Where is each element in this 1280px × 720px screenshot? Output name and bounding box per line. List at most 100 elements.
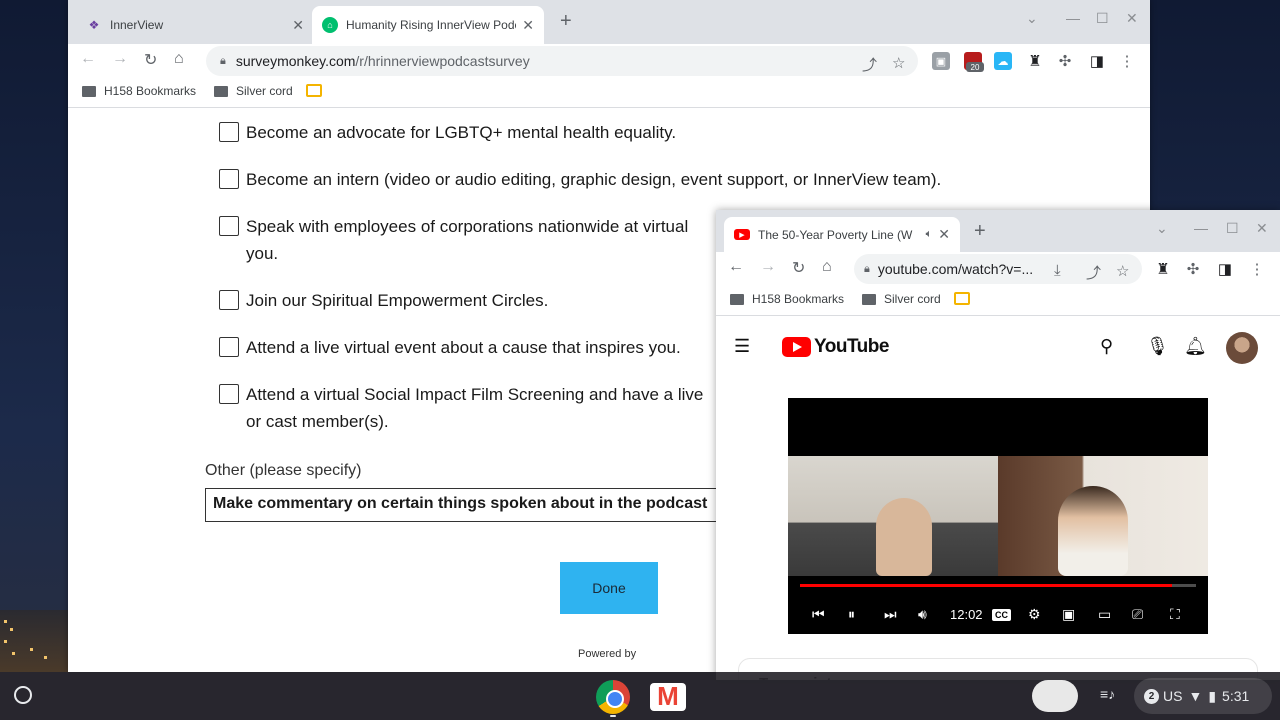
- chrome-app-icon[interactable]: [596, 680, 630, 714]
- side-panel-icon[interactable]: ◨: [1216, 260, 1234, 278]
- volume-icon[interactable]: 🔊︎: [918, 606, 927, 623]
- bookmarks-bar: H158 Bookmarks Silver cord: [716, 284, 1280, 316]
- bookmark-folder-h158[interactable]: H158 Bookmarks: [82, 84, 196, 98]
- option-speak-employees[interactable]: Speak with employees of corporations nat…: [219, 213, 688, 267]
- bookmark-slides[interactable]: [954, 292, 970, 305]
- fullscreen-icon[interactable]: ⛶: [1170, 606, 1180, 623]
- bookmark-star-icon[interactable]: ☆: [892, 54, 905, 72]
- option-checkbox[interactable]: [219, 290, 239, 310]
- new-tab-button[interactable]: +: [560, 10, 572, 33]
- audio-playing-icon[interactable]: 🔈︎: [926, 228, 933, 241]
- tab-close-icon[interactable]: ✕: [938, 226, 950, 243]
- extensions-puzzle-icon[interactable]: ✣: [1184, 260, 1202, 278]
- holding-space-icon[interactable]: [1032, 680, 1078, 712]
- bookmark-folder-h158[interactable]: H158 Bookmarks: [730, 292, 844, 306]
- search-icon[interactable]: ⚲: [1100, 336, 1113, 357]
- share-icon[interactable]: ⤴: [862, 54, 877, 75]
- reload-icon[interactable]: ↻: [144, 50, 157, 70]
- extensions-puzzle-icon[interactable]: ✣: [1056, 52, 1074, 70]
- youtube-browser-window: ▶ The 50-Year Poverty Line (W 🔈︎ ✕ + ⌄ —…: [716, 210, 1280, 680]
- option-checkbox[interactable]: [219, 337, 239, 357]
- bookmark-folder-silver-cord[interactable]: Silver cord: [214, 84, 293, 98]
- lock-icon: 🔒︎: [864, 262, 870, 275]
- option-live-event[interactable]: Attend a live virtual event about a caus…: [219, 334, 681, 361]
- option-checkbox[interactable]: [219, 122, 239, 142]
- avatar[interactable]: [1226, 332, 1258, 364]
- folder-icon: [730, 293, 744, 305]
- maximize-icon[interactable]: ☐: [1096, 10, 1109, 27]
- side-panel-icon[interactable]: ◨: [1088, 52, 1106, 70]
- tab-innerview[interactable]: ❖ InnerView ✕: [76, 6, 314, 44]
- launcher-icon[interactable]: [14, 686, 32, 704]
- tab-close-icon[interactable]: ✕: [292, 17, 304, 34]
- video-progress-bar[interactable]: [800, 584, 1196, 587]
- next-icon[interactable]: ⏭︎: [884, 606, 897, 623]
- bookmark-label: Silver cord: [884, 292, 941, 306]
- google-slides-icon: [306, 84, 322, 97]
- option-lgbtq-advocate[interactable]: Become an advocate for LGBTQ+ mental hea…: [219, 119, 676, 146]
- tab-youtube-video[interactable]: ▶ The 50-Year Poverty Line (W 🔈︎ ✕: [724, 217, 960, 252]
- wallpaper-city-lights: [0, 610, 68, 672]
- settings-gear-icon[interactable]: ⚙: [1028, 606, 1041, 623]
- back-arrow-icon[interactable]: ←: [728, 258, 744, 276]
- forward-arrow-icon[interactable]: →: [760, 258, 776, 276]
- extension-stack-icon[interactable]: ▣: [932, 52, 950, 70]
- back-arrow-icon[interactable]: ←: [80, 50, 96, 68]
- tab-close-icon[interactable]: ✕: [522, 17, 534, 34]
- tab-search-chevron-icon[interactable]: ⌄: [1156, 220, 1168, 237]
- bookmark-star-icon[interactable]: ☆: [1116, 262, 1129, 280]
- forward-arrow-icon[interactable]: →: [112, 50, 128, 68]
- media-controls-icon[interactable]: ≡♪: [1100, 686, 1115, 702]
- option-intern[interactable]: Become an intern (video or audio editing…: [219, 166, 941, 193]
- reload-icon[interactable]: ↻: [792, 258, 805, 278]
- option-film-screening[interactable]: Attend a virtual Social Impact Film Scre…: [219, 381, 703, 435]
- option-spiritual-circles[interactable]: Join our Spiritual Empowerment Circles.: [219, 287, 548, 314]
- address-bar[interactable]: 🔒︎ surveymonkey.com/r/hrinnerviewpodcast…: [206, 46, 918, 76]
- menu-kebab-icon[interactable]: ⋮: [1118, 52, 1136, 70]
- menu-kebab-icon[interactable]: ⋮: [1248, 260, 1266, 278]
- other-label: Other (please specify): [205, 462, 362, 479]
- extension-cloud-icon[interactable]: ☁: [994, 52, 1012, 70]
- pause-icon[interactable]: ⏸︎: [848, 606, 855, 623]
- theater-mode-icon[interactable]: ▭: [1098, 606, 1111, 623]
- option-checkbox[interactable]: [219, 169, 239, 189]
- running-indicator: [610, 715, 616, 717]
- captions-button[interactable]: CC: [992, 609, 1011, 621]
- share-icon[interactable]: ⤴: [1086, 262, 1101, 283]
- option-checkbox[interactable]: [219, 216, 239, 236]
- done-button[interactable]: Done: [560, 562, 658, 614]
- address-bar[interactable]: 🔒︎ youtube.com/watch?v=... ⤓ ⤴ ☆: [854, 254, 1142, 284]
- bookmark-slides[interactable]: [306, 84, 322, 97]
- status-tray[interactable]: 2 US ▼ ▮ 5:31: [1134, 678, 1272, 714]
- hamburger-menu-icon[interactable]: ☰: [734, 336, 750, 357]
- miniplayer-icon[interactable]: ▣: [1062, 606, 1075, 623]
- lock-icon: 🔒︎: [220, 54, 226, 67]
- tab-search-chevron-icon[interactable]: ⌄: [1026, 10, 1038, 27]
- bookmark-label: H158 Bookmarks: [104, 84, 197, 98]
- minimize-icon[interactable]: —: [1066, 10, 1080, 26]
- previous-icon[interactable]: ⏮︎: [812, 606, 825, 623]
- google-slides-icon: [954, 292, 970, 305]
- video-player[interactable]: ⏮︎ ⏸︎ ⏭︎ 🔊︎ 12:02 CC ⚙ ▣ ▭ ⎚ ⛶: [788, 398, 1208, 634]
- extension-incognito-icon[interactable]: ♜: [1026, 52, 1044, 70]
- tab-survey[interactable]: ⌂ Humanity Rising InnerView Podc ✕: [312, 6, 544, 44]
- extension-incognito-icon[interactable]: ♜: [1154, 260, 1172, 278]
- window-close-icon[interactable]: ✕: [1256, 220, 1268, 237]
- cast-icon[interactable]: ⎚: [1132, 606, 1143, 623]
- notifications-bell-icon[interactable]: 🔔︎: [1184, 336, 1207, 357]
- home-icon[interactable]: ⌂: [822, 258, 832, 276]
- surveymonkey-favicon-icon: ⌂: [322, 17, 338, 33]
- maximize-icon[interactable]: ☐: [1226, 220, 1239, 237]
- home-icon[interactable]: ⌂: [174, 50, 184, 68]
- window-close-icon[interactable]: ✕: [1126, 10, 1138, 27]
- install-app-icon[interactable]: ⤓: [1054, 262, 1061, 279]
- bookmark-label: H158 Bookmarks: [752, 292, 845, 306]
- minimize-icon[interactable]: —: [1194, 220, 1208, 236]
- new-tab-button[interactable]: +: [974, 220, 986, 243]
- bookmark-folder-silver-cord[interactable]: Silver cord: [862, 292, 941, 306]
- bookmarks-bar: H158 Bookmarks Silver cord: [68, 76, 1150, 108]
- gmail-app-icon[interactable]: [650, 681, 686, 712]
- option-checkbox[interactable]: [219, 384, 239, 404]
- microphone-icon[interactable]: 🎙︎: [1146, 336, 1169, 357]
- youtube-logo[interactable]: YouTube: [782, 336, 889, 358]
